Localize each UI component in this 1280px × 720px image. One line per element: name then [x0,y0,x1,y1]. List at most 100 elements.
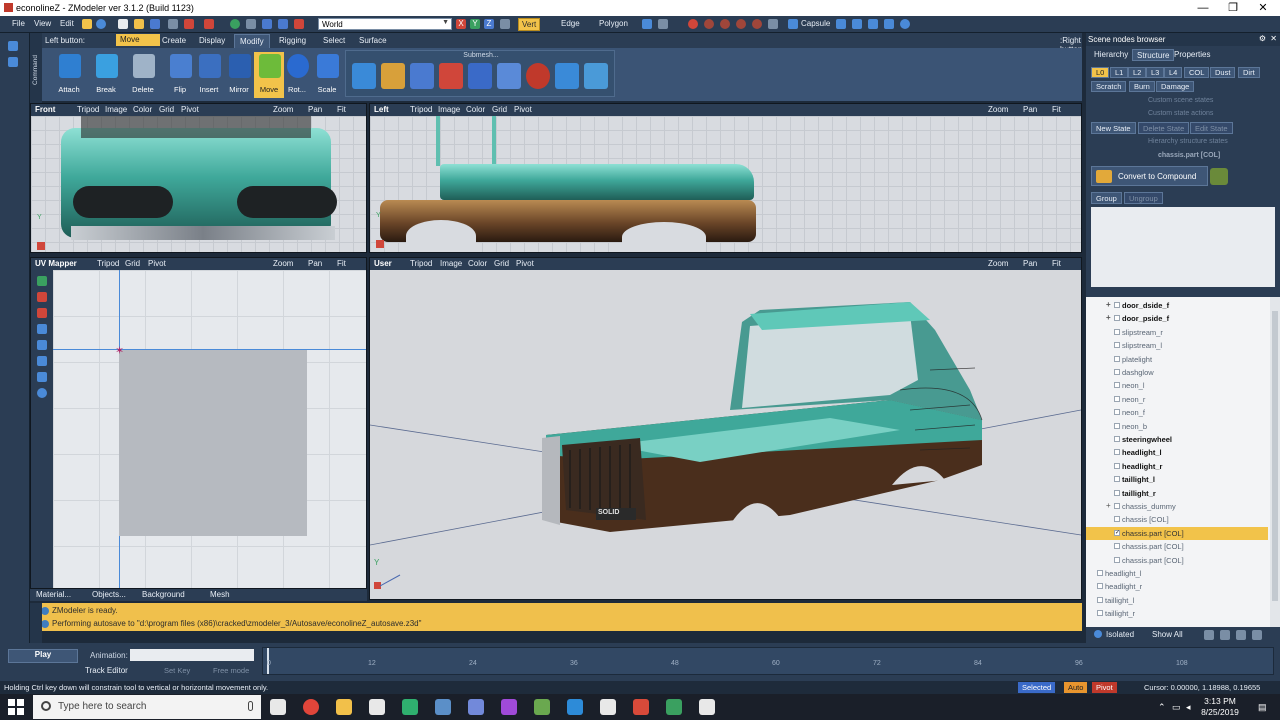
feather-icon[interactable] [501,699,517,715]
tree-node[interactable]: slipstream_l [1086,339,1268,352]
select-by-icon[interactable] [658,19,668,29]
lod-l3-button[interactable]: L3 [1146,67,1165,78]
viewport-user[interactable]: User Tripod Image Color Grid Pivot Zoom … [369,257,1082,600]
gamepad-icon[interactable] [402,699,418,715]
message-side-tab[interactable] [30,603,42,643]
delete-state-button[interactable]: Delete State [1138,122,1190,134]
snap-settings-icon[interactable] [768,19,778,29]
selection-filter-icon[interactable] [642,19,652,29]
tree-node[interactable]: taillight_r [1086,607,1268,620]
volume-icon[interactable]: ◂ [1186,702,1191,713]
vp-front-grid[interactable]: Grid [159,105,174,114]
viewport-left[interactable]: Left Tripod Image Color Grid Pivot Zoom … [369,103,1082,253]
clipboard-icon[interactable] [294,19,304,29]
x-axis-icon[interactable]: X [456,19,466,29]
burn-button[interactable]: Burn [1129,81,1155,92]
toolbar-grid-icon[interactable] [82,19,92,29]
tree-node[interactable]: chassis.part [COL] [1086,540,1268,553]
network-icon[interactable]: ▭ [1172,702,1181,713]
vp-uv-pivot[interactable]: Pivot [148,259,166,268]
tab-select[interactable]: Select [323,36,345,45]
vp-uv-pan[interactable]: Pan [308,259,322,268]
edit-state-button[interactable]: Edit State [1190,122,1233,134]
submesh-extrude-icon[interactable] [352,63,376,89]
stretch-icon[interactable] [852,19,862,29]
uv-move-icon[interactable] [37,276,47,286]
back-icon[interactable] [8,57,18,67]
vp-user-fit[interactable]: Fit [1052,259,1061,268]
attach-button[interactable]: Attach [54,52,84,98]
dirt-button[interactable]: Dirt [1238,67,1260,78]
visibility-checkbox[interactable] [1114,422,1120,429]
set-key-button[interactable]: Set Key [164,666,190,675]
panel-close-icon[interactable]: ✕ [1270,34,1277,43]
tab-background[interactable]: Background [142,590,185,599]
tree-node[interactable]: chassis.part [COL] [1086,554,1268,567]
isolated-toggle[interactable]: Isolated [1106,630,1134,639]
maximize-button[interactable]: ❐ [1220,1,1246,15]
vp-uv-fit[interactable]: Fit [337,259,346,268]
menu-file[interactable]: File [12,19,25,28]
zmodeler-icon[interactable] [633,699,649,715]
tree-node[interactable]: ✓ chassis.part [COL] [1086,526,1268,540]
scene-tree[interactable]: + door_dside_f + door_pside_f slipstream_r sl… [1086,297,1280,627]
tab-objects[interactable]: Objects... [92,590,126,599]
mode-polygon-button[interactable]: Polygon [596,18,631,31]
lod-col-button[interactable]: COL [1184,67,1210,78]
tray-chevron-icon[interactable]: ⌃ [1158,702,1166,713]
visibility-checkbox[interactable] [1097,570,1103,576]
visibility-checkbox[interactable] [1114,462,1120,469]
tree-node[interactable]: platelight [1086,353,1268,366]
tab-surface[interactable]: Surface [359,36,387,45]
vp-front-zoom[interactable]: Zoom [273,105,293,114]
panel-settings-icon[interactable]: ⚙ [1259,34,1266,43]
tree-node[interactable]: slipstream_r [1086,326,1268,339]
tree-node[interactable]: headlight_l [1086,446,1268,459]
viewport-user-name[interactable]: User [374,259,392,268]
show-all-button[interactable]: Show All [1152,630,1183,639]
vp-user-pan[interactable]: Pan [1023,259,1037,268]
visibility-checkbox[interactable] [1114,355,1120,362]
free-mode-button[interactable]: Free mode [213,666,249,675]
folder-icon[interactable] [336,699,352,715]
visibility-checkbox[interactable]: ✓ [1114,529,1120,536]
rotate-button[interactable]: Rot... [282,52,312,98]
mode-vertex-button[interactable]: Vert [518,18,541,31]
visibility-checkbox[interactable] [1114,516,1120,523]
scale-button[interactable]: Scale [312,52,342,98]
mail-icon[interactable] [369,699,385,715]
viewport-front-name[interactable]: Front [35,105,55,114]
animation-select[interactable] [130,649,254,661]
vp-front-tripod[interactable]: Tripod [77,105,99,114]
submesh-cut-icon[interactable] [468,63,492,89]
redo-icon[interactable] [278,19,288,29]
tree-node[interactable]: + door_dside_f [1086,299,1268,312]
vp-user-color[interactable]: Color [468,259,487,268]
visibility-checkbox[interactable] [1097,583,1103,590]
vp-left-image[interactable]: Image [438,105,460,114]
tree-node[interactable]: neon_l [1086,379,1268,392]
vp-user-tripod[interactable]: Tripod [410,259,432,268]
help-icon[interactable] [96,19,106,29]
viewport-user-canvas[interactable]: Y SOLID [370,270,1081,599]
close-button[interactable]: ✕ [1250,1,1276,15]
compound-extra-icon[interactable] [1210,168,1228,185]
lod-l2-button[interactable]: L2 [1128,67,1147,78]
taskbar-clock[interactable]: 3:13 PM 8/25/2019 [1198,696,1242,718]
menu-edit[interactable]: Edit [60,19,74,28]
submesh-cube-icon[interactable] [555,63,579,89]
tree-scrollbar[interactable] [1270,297,1280,627]
tab-mesh[interactable]: Mesh [210,590,230,599]
ungroup-button[interactable]: Ungroup [1124,192,1163,204]
pivot-badge[interactable]: Pivot [1092,682,1117,693]
submesh-bevel-icon[interactable] [381,63,405,89]
timeline-ruler[interactable]: 0 12 24 36 48 60 72 84 96 108 [262,647,1274,675]
render-icon[interactable] [204,19,214,29]
tree-node[interactable]: headlight_l [1086,567,1268,580]
tree-node[interactable]: steeringwheel [1086,433,1268,446]
visibility-checkbox[interactable] [1114,315,1120,322]
vp-left-color[interactable]: Color [466,105,485,114]
rockstar-icon[interactable] [600,699,616,715]
menu-view[interactable]: View [34,19,51,28]
save-icon[interactable] [150,19,160,29]
